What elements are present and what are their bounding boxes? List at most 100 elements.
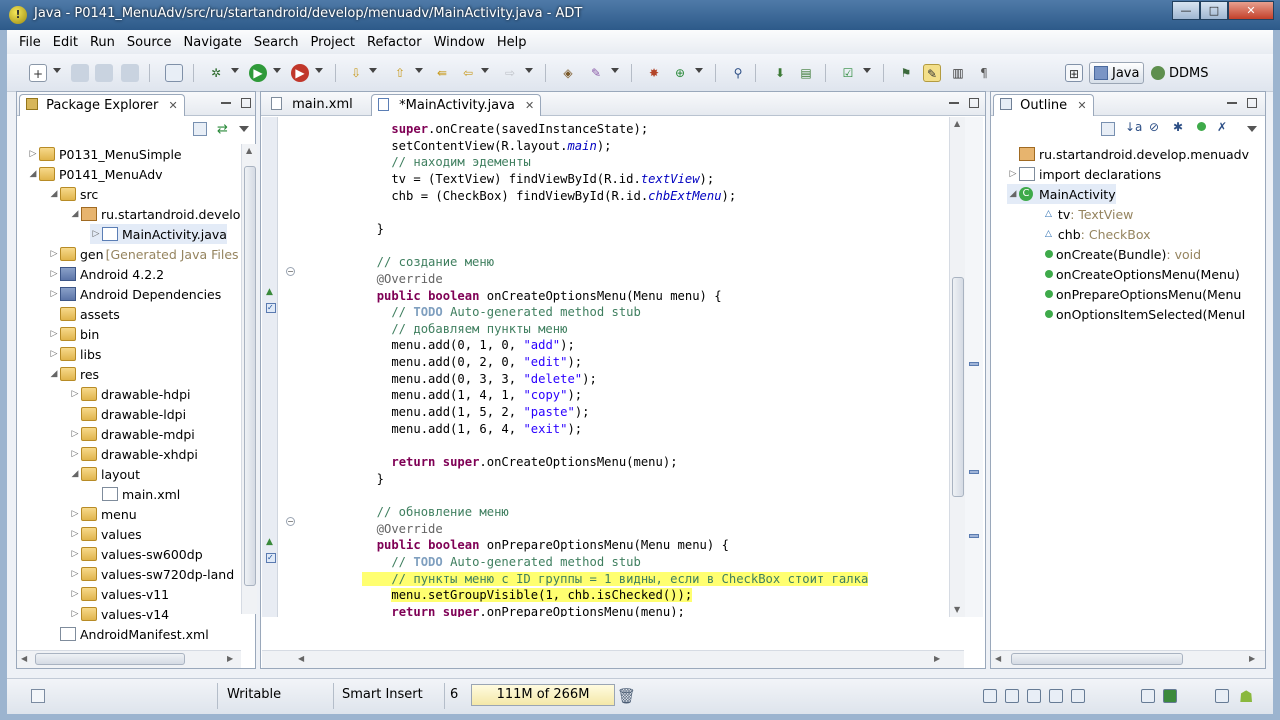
- outline-item[interactable]: onPrepareOptionsMenu(Menu: [1033, 284, 1241, 304]
- outline-item[interactable]: ▷ import declarations: [1007, 164, 1162, 184]
- collapse-all-icon[interactable]: [193, 122, 207, 136]
- overview-marker[interactable]: [969, 470, 979, 474]
- menu-file[interactable]: File: [13, 33, 47, 52]
- code-line[interactable]: menu.add(0, 1, 0, "add");: [362, 338, 574, 355]
- code-line[interactable]: // пункты меню с ID группы = 1 видны, ес…: [362, 571, 869, 589]
- menu-project[interactable]: Project: [305, 33, 361, 52]
- status-console-icon[interactable]: [1005, 689, 1019, 703]
- editor-vscrollbar[interactable]: ▲ ▼: [949, 117, 965, 617]
- outline-item[interactable]: △ chb : CheckBox: [1033, 224, 1151, 244]
- tree-item[interactable]: AndroidManifest.xml: [48, 624, 209, 644]
- tree-item[interactable]: ◢ P0141_MenuAdv: [27, 164, 163, 184]
- tree-item[interactable]: ▷ values: [69, 524, 142, 544]
- highlight-icon[interactable]: ✎: [923, 64, 941, 82]
- outline-item[interactable]: △ tv : TextView: [1033, 204, 1133, 224]
- code-line[interactable]: menu.add(1, 5, 2, "paste");: [362, 405, 589, 422]
- tree-item[interactable]: ▷ values-sw720dp-land: [69, 564, 235, 584]
- garbage-collect-icon[interactable]: 🗑: [617, 687, 636, 705]
- hide-non-public-icon[interactable]: [1197, 122, 1206, 131]
- status-devices-icon[interactable]: [1141, 689, 1155, 703]
- android-sdk-icon[interactable]: [165, 64, 183, 82]
- tree-item[interactable]: ▷ values-v11: [69, 584, 170, 604]
- menu-help[interactable]: Help: [491, 33, 533, 52]
- code-line[interactable]: // находим эдементы: [362, 155, 530, 172]
- new-dropdown-icon[interactable]: [53, 68, 61, 73]
- code-line[interactable]: // TODO Auto-generated method stub: [362, 555, 641, 572]
- code-line[interactable]: return super.onPrepareOptionsMenu(menu);: [362, 605, 685, 617]
- code-line[interactable]: setContentView(R.layout.main);: [362, 139, 611, 156]
- tab-outline[interactable]: Outline ✕: [993, 94, 1094, 116]
- status-logcat-icon[interactable]: [1163, 689, 1177, 703]
- tree-item[interactable]: ▷ values-sw600dp: [69, 544, 203, 564]
- close-editor-tab-icon[interactable]: ✕: [525, 99, 534, 112]
- external-tools-dropdown-icon[interactable]: [315, 68, 323, 73]
- tree-item[interactable]: ▷ menu: [69, 504, 137, 524]
- collapsed-arrow-icon[interactable]: ▷: [69, 589, 81, 599]
- collapsed-arrow-icon[interactable]: ▷: [69, 389, 81, 399]
- overview-marker[interactable]: [969, 534, 979, 538]
- outline-item[interactable]: onOptionsItemSelected(MenuI: [1033, 304, 1245, 324]
- code-line[interactable]: menu.setGroupVisible(1, chb.isChecked())…: [362, 588, 693, 605]
- forward-dropdown-icon[interactable]: [525, 68, 533, 73]
- code-line[interactable]: // добавляем пункты меню: [362, 322, 567, 339]
- android-icon[interactable]: ☗: [1239, 687, 1253, 706]
- collapsed-arrow-icon[interactable]: ▷: [69, 529, 81, 539]
- outline-item[interactable]: onCreate(Bundle) : void: [1033, 244, 1201, 264]
- fast-view-icon[interactable]: [31, 689, 45, 703]
- menu-source[interactable]: Source: [121, 33, 178, 52]
- code-line[interactable]: @Override: [362, 522, 443, 539]
- next-annotation-dropdown-icon[interactable]: [369, 68, 377, 73]
- back-dropdown-icon[interactable]: [481, 68, 489, 73]
- tab-package-explorer[interactable]: Package Explorer ✕: [19, 94, 185, 116]
- last-edit-icon[interactable]: ⇚: [433, 64, 451, 82]
- close-window-button[interactable]: ✕: [1228, 1, 1274, 20]
- android-sdk-manager-icon[interactable]: ⬇: [771, 64, 789, 82]
- tree-item[interactable]: main.xml: [90, 484, 180, 504]
- package-explorer-vscroll-thumb[interactable]: [244, 166, 256, 586]
- code-line[interactable]: // создание меню: [362, 255, 494, 272]
- collapsed-arrow-icon[interactable]: ▷: [48, 269, 60, 279]
- expanded-arrow-icon[interactable]: ◢: [69, 209, 81, 219]
- new-class-icon[interactable]: ⊕: [671, 64, 689, 82]
- override-marker-icon[interactable]: ▲: [266, 537, 276, 547]
- code-line[interactable]: // обновление меню: [362, 505, 509, 522]
- debug-icon[interactable]: ✲: [207, 64, 225, 82]
- hide-fields-icon[interactable]: ⊘: [1149, 120, 1159, 134]
- tree-item[interactable]: ▷ drawable-mdpi: [69, 424, 195, 444]
- maximize-outline-icon[interactable]: [1247, 98, 1257, 108]
- menu-edit[interactable]: Edit: [47, 33, 84, 52]
- prev-annotation-icon[interactable]: ⇧: [391, 64, 409, 82]
- collapsed-arrow-icon[interactable]: ▷: [48, 349, 60, 359]
- collapsed-arrow-icon[interactable]: ▷: [48, 329, 60, 339]
- collapsed-arrow-icon[interactable]: ▷: [90, 229, 102, 239]
- outline-item[interactable]: onCreateOptionsMenu(Menu): [1033, 264, 1240, 284]
- sort-icon[interactable]: ↓a: [1125, 120, 1142, 134]
- expanded-arrow-icon[interactable]: ◢: [69, 469, 81, 479]
- tree-arrow-icon[interactable]: ▷: [1007, 169, 1019, 179]
- run-dropdown-icon[interactable]: [273, 68, 281, 73]
- code-line[interactable]: public boolean onPrepareOptionsMenu(Menu…: [362, 538, 729, 555]
- task-marker-icon[interactable]: ✓: [266, 553, 276, 563]
- status-monitor-icon[interactable]: [1071, 689, 1085, 703]
- fold-collapse-icon[interactable]: −: [286, 267, 295, 276]
- new-class-dropdown-icon[interactable]: [695, 68, 703, 73]
- collapsed-arrow-icon[interactable]: ▷: [69, 549, 81, 559]
- menu-refactor[interactable]: Refactor: [361, 33, 428, 52]
- new-java-class-icon[interactable]: ✸: [645, 64, 663, 82]
- minimize-editor-icon[interactable]: [949, 102, 959, 104]
- editor-vscroll-thumb[interactable]: [952, 277, 964, 497]
- open-perspective-icon[interactable]: ⊞: [1065, 64, 1083, 82]
- collapsed-arrow-icon[interactable]: ▷: [69, 609, 81, 619]
- tree-item[interactable]: ▷ bin: [48, 324, 100, 344]
- overview-marker[interactable]: [969, 362, 979, 366]
- package-explorer-hscroll-thumb[interactable]: [35, 653, 185, 665]
- collapsed-arrow-icon[interactable]: ▷: [27, 149, 39, 159]
- external-tools-icon[interactable]: ▶: [291, 64, 309, 82]
- prev-annotation-dropdown-icon[interactable]: [415, 68, 423, 73]
- tree-item[interactable]: ▷ Android Dependencies: [48, 284, 222, 304]
- tree-item[interactable]: ▷ drawable-xhdpi: [69, 444, 198, 464]
- hide-static-icon[interactable]: ✱: [1173, 120, 1183, 134]
- expanded-arrow-icon[interactable]: ◢: [48, 189, 60, 199]
- collapsed-arrow-icon[interactable]: ▷: [69, 449, 81, 459]
- minimize-outline-icon[interactable]: [1227, 102, 1237, 104]
